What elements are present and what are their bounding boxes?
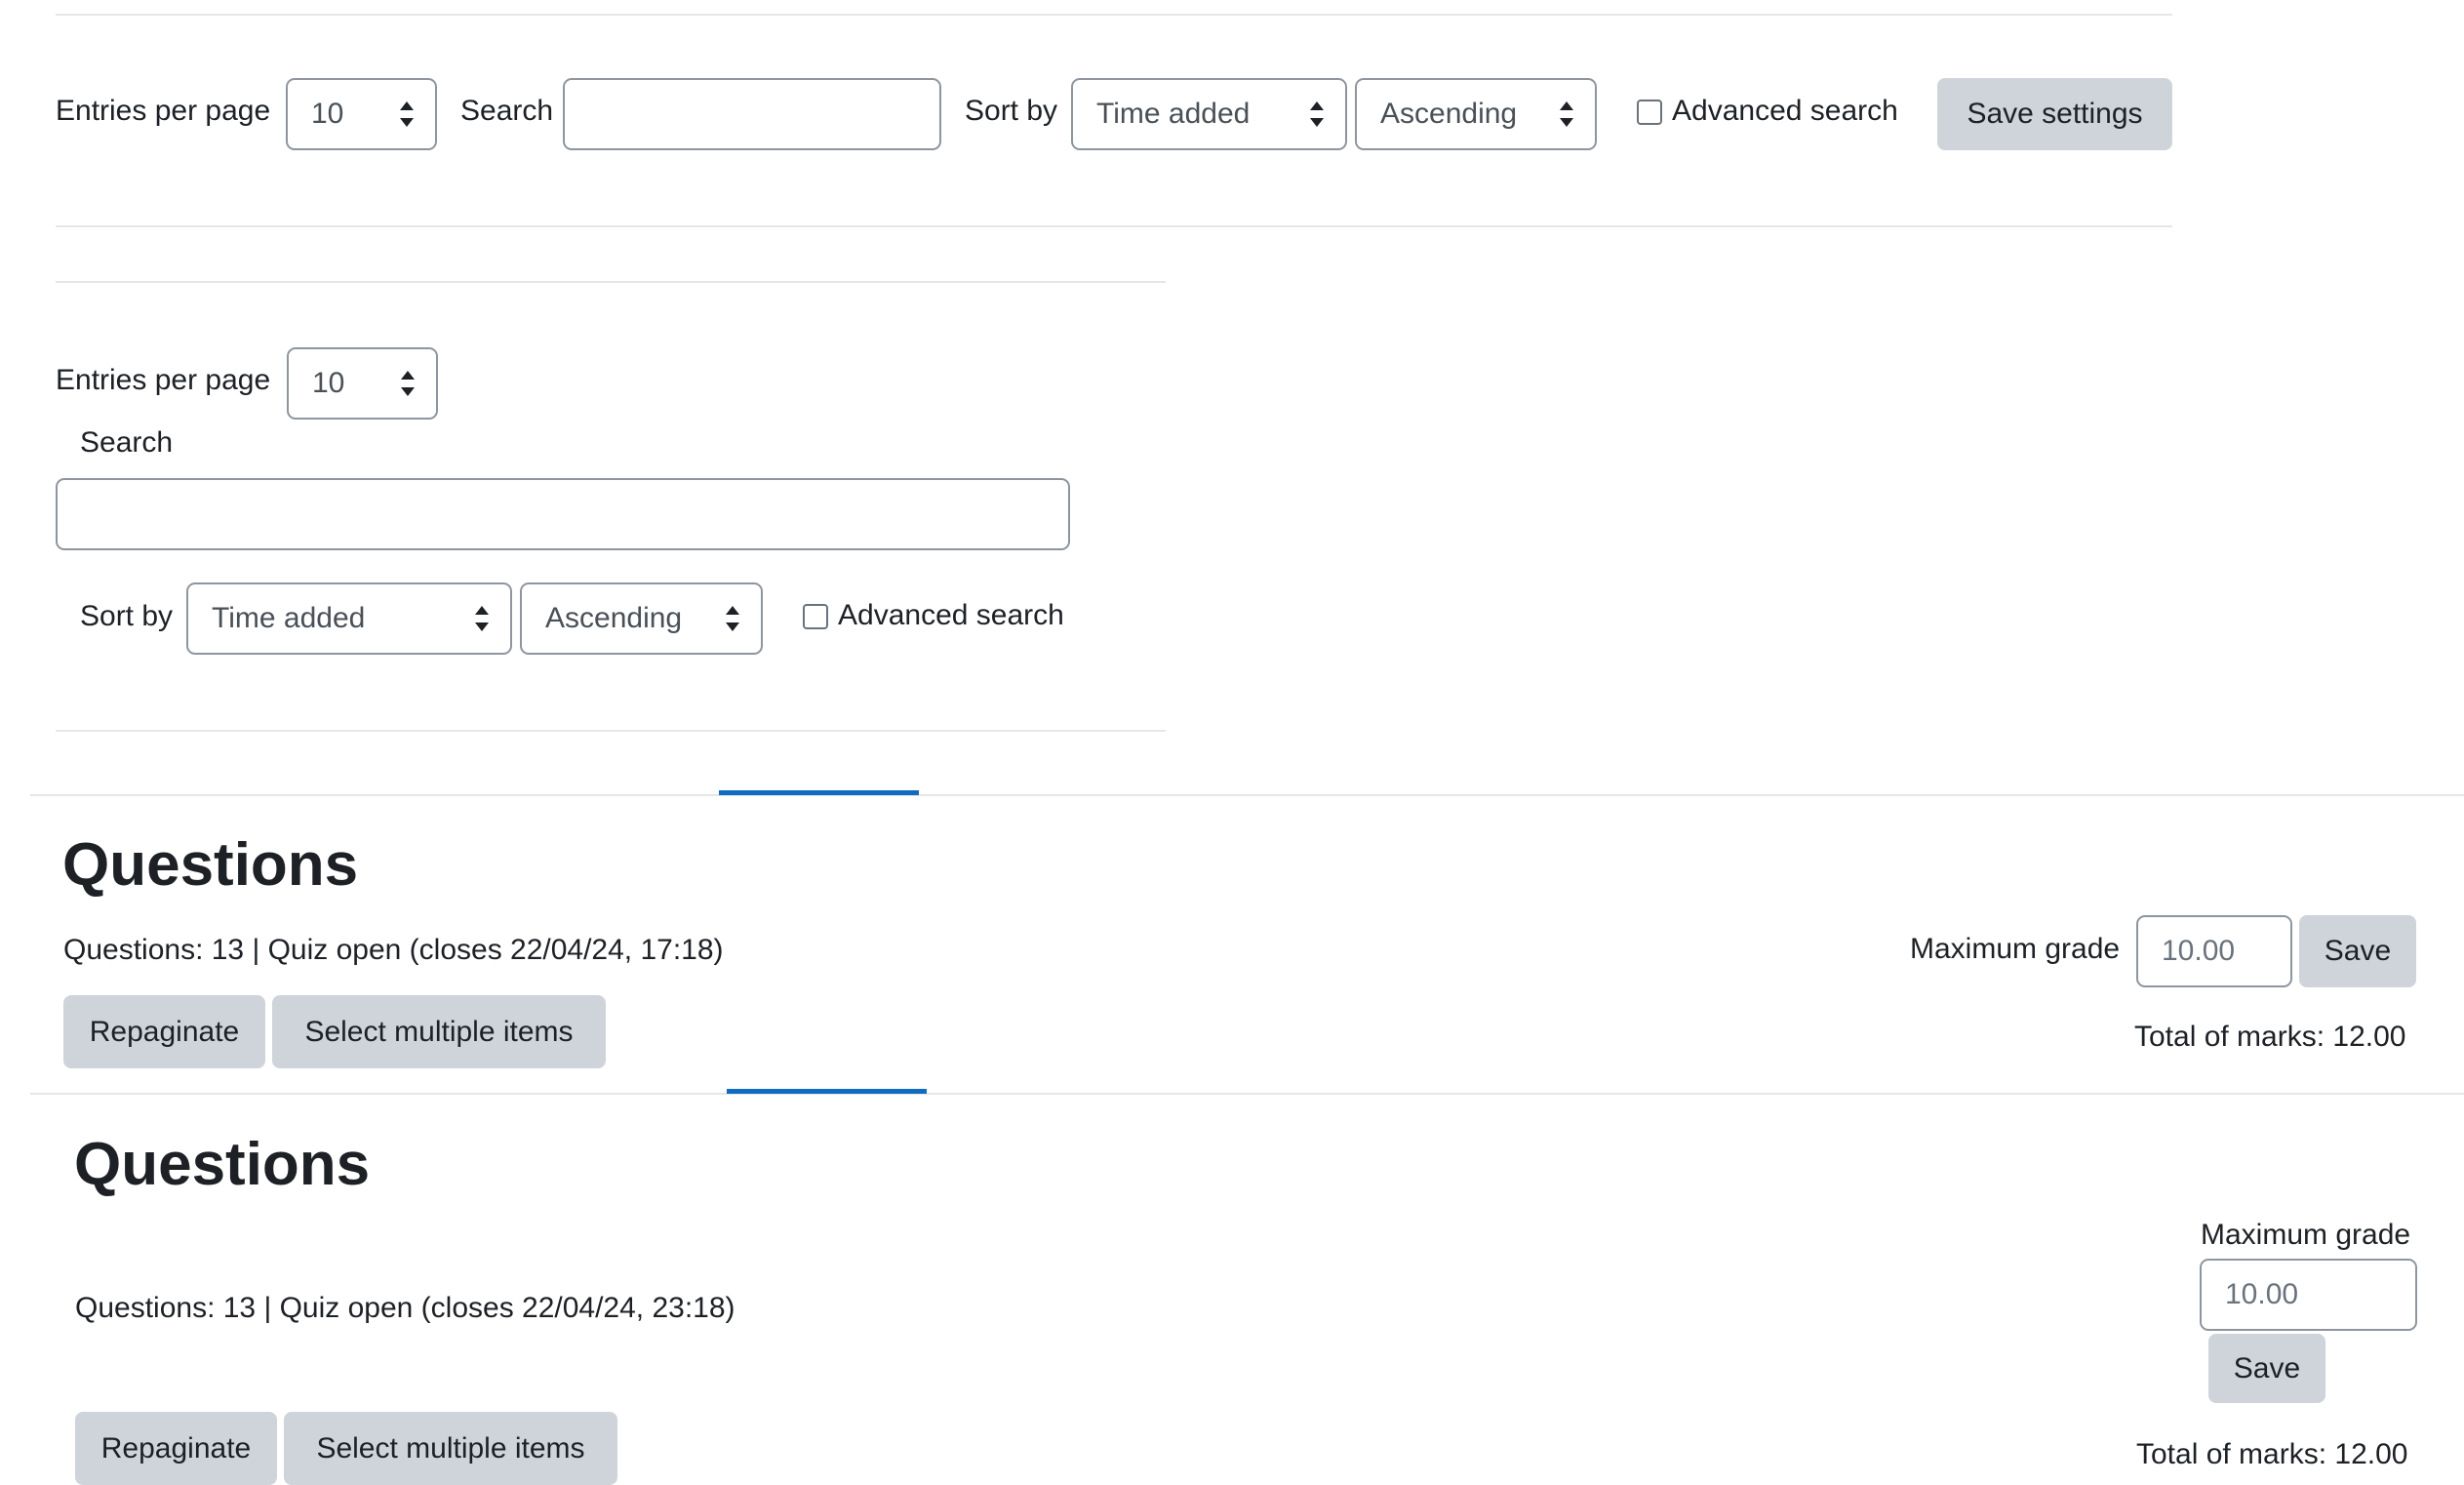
search-label: Search [80, 426, 174, 459]
quiz-info: Questions: 13 | Quiz open (closes 22/04/… [75, 1292, 735, 1324]
divider [56, 730, 1166, 732]
advanced-search-label[interactable]: Advanced search [1672, 94, 1898, 129]
sort-field-select[interactable]: Time added [1071, 78, 1347, 150]
advanced-search-label[interactable]: Advanced search [838, 598, 1064, 633]
select-arrows-icon [726, 606, 739, 631]
entries-per-page-label: Entries per page [56, 364, 271, 396]
select-arrows-icon [475, 606, 489, 631]
maximum-grade-label: Maximum grade [1910, 933, 2121, 965]
sort-by-label: Sort by [80, 600, 174, 632]
active-tab-indicator [727, 1089, 927, 1094]
divider [56, 281, 1166, 283]
sort-by-label: Sort by [965, 95, 1058, 127]
select-arrows-icon [400, 101, 414, 127]
tab-border [30, 794, 2464, 796]
sort-order-select[interactable]: Ascending [1355, 78, 1597, 150]
sort-order-select[interactable]: Ascending [520, 582, 763, 655]
divider-top [56, 14, 2172, 16]
select-arrows-icon [401, 371, 415, 396]
repaginate-button[interactable]: Repaginate [63, 995, 265, 1068]
total-of-marks: Total of marks: 12.00 [2136, 1438, 2408, 1470]
quiz-info: Questions: 13 | Quiz open (closes 22/04/… [63, 934, 724, 966]
maximum-grade-input[interactable]: 10.00 [2200, 1259, 2417, 1331]
page-title: Questions [74, 1131, 371, 1198]
maximum-grade-input[interactable]: 10.00 [2136, 915, 2292, 987]
select-arrows-icon [1560, 101, 1573, 127]
active-tab-indicator [719, 790, 919, 795]
search-input[interactable] [56, 478, 1070, 550]
total-of-marks: Total of marks: 12.00 [2134, 1021, 2406, 1053]
maximum-grade-label: Maximum grade [2201, 1219, 2411, 1251]
select-arrows-icon [1310, 101, 1324, 127]
sort-field-select[interactable]: Time added [186, 582, 512, 655]
select-multiple-items-button[interactable]: Select multiple items [284, 1412, 617, 1485]
page-title: Questions [62, 831, 359, 899]
search-input[interactable] [563, 78, 941, 150]
select-multiple-items-button[interactable]: Select multiple items [272, 995, 606, 1068]
divider [56, 225, 2172, 227]
advanced-search-checkbox[interactable] [1637, 100, 1662, 125]
tab-border [30, 1093, 2464, 1095]
advanced-search-checkbox[interactable] [803, 604, 828, 629]
entries-per-page-label: Entries per page [56, 95, 271, 127]
save-button[interactable]: Save [2299, 915, 2416, 987]
save-settings-button[interactable]: Save settings [1937, 78, 2172, 150]
entries-per-page-select[interactable]: 10 [287, 347, 438, 420]
repaginate-button[interactable]: Repaginate [75, 1412, 277, 1485]
entries-per-page-select[interactable]: 10 [286, 78, 437, 150]
search-label: Search [460, 95, 554, 127]
save-button[interactable]: Save [2208, 1334, 2325, 1403]
